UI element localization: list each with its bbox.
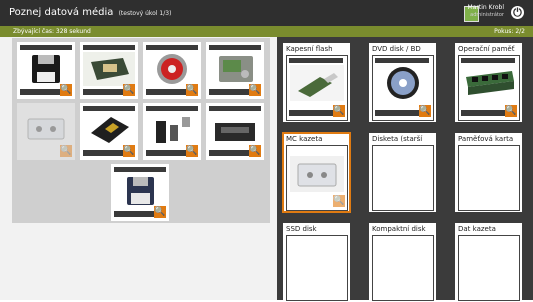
source-tiles-panel: 🔍 🔍 🔍 🔍 🔍 🔍 🔍 🔍 🔍 <box>12 38 270 223</box>
zoom-icon[interactable]: 🔍 <box>333 105 345 117</box>
empty-slot[interactable] <box>286 235 348 301</box>
drop-target-label: Paměťová karta <box>458 135 514 143</box>
user-name: Martin Krobl <box>467 4 504 11</box>
zoom-icon[interactable]: 🔍 <box>60 145 72 157</box>
source-tile-cd[interactable]: 🔍 <box>143 42 201 99</box>
cassette-tape-image <box>20 111 72 145</box>
drop-target-label: Disketa (starší <box>372 135 423 143</box>
zoom-icon[interactable]: 🔍 <box>123 145 135 157</box>
top-bar: Poznej datová média (testový úkol 1/3) M… <box>0 0 533 26</box>
user-info: Martin Krobl administrátor <box>468 4 504 19</box>
zoom-icon[interactable]: 🔍 <box>505 105 517 117</box>
drop-target-ssd[interactable]: SSD disk <box>283 223 350 302</box>
empty-slot[interactable] <box>372 235 434 301</box>
drop-target-label: Kapesní flash <box>286 45 333 53</box>
floppy-disk-blue-image <box>114 174 166 208</box>
source-tile-floppy-blue[interactable]: 🔍 <box>111 164 169 221</box>
status-bar: Zbývající čas: 328 sekund Pokus: 2/2 <box>0 26 533 37</box>
memory-card-image <box>83 52 135 86</box>
ram-module-image <box>462 65 516 101</box>
drop-target-memory-card[interactable]: Paměťová karta <box>455 133 522 212</box>
empty-slot[interactable] <box>458 145 520 211</box>
drop-target-ram[interactable]: Operační paměť 🔍 <box>455 43 522 122</box>
usb-flash-image <box>290 65 344 101</box>
drop-target-label: Dat kazeta <box>458 225 496 233</box>
dvd-disc-image <box>376 65 430 101</box>
zoom-icon[interactable]: 🔍 <box>60 84 72 96</box>
dat-tape-image <box>209 113 261 147</box>
power-icon[interactable]: ⏻ <box>511 6 524 19</box>
usb-drive-image <box>146 113 198 147</box>
drop-target-label: Operační paměť <box>458 45 515 53</box>
cd-disc-image <box>146 52 198 86</box>
zoom-icon[interactable]: 🔍 <box>186 145 198 157</box>
hard-drive-image <box>209 52 261 86</box>
drop-target-label: MC kazeta <box>286 135 323 143</box>
empty-slot[interactable] <box>372 145 434 211</box>
source-tile-cassette[interactable]: 🔍 <box>17 103 75 160</box>
drop-target-flash[interactable]: Kapesní flash 🔍 <box>283 43 350 122</box>
empty-slot[interactable] <box>458 235 520 301</box>
drop-target-dvd[interactable]: DVD disk / BD 🔍 <box>369 43 436 122</box>
zoom-icon[interactable]: 🔍 <box>154 206 166 218</box>
drop-target-mc-cassette[interactable]: MC kazeta 🔍 <box>282 132 351 213</box>
source-tile-floppy[interactable]: 🔍 <box>17 42 75 99</box>
source-tile-ssd[interactable]: 🔍 <box>80 103 138 160</box>
drop-target-label: Kompaktní disk <box>372 225 426 233</box>
zoom-icon[interactable]: 🔍 <box>333 195 345 207</box>
drop-target-dat[interactable]: Dat kazeta <box>455 223 522 302</box>
zoom-icon[interactable]: 🔍 <box>249 145 261 157</box>
zoom-icon[interactable]: 🔍 <box>186 84 198 96</box>
attempt-counter: Pokus: 2/2 <box>494 28 525 35</box>
source-tile-memory-card[interactable]: 🔍 <box>80 42 138 99</box>
zoom-icon[interactable]: 🔍 <box>419 105 431 117</box>
title-text: Poznej datová média <box>9 7 114 18</box>
source-tile-dat[interactable]: 🔍 <box>206 103 264 160</box>
zoom-icon[interactable]: 🔍 <box>249 84 261 96</box>
drop-target-compact-disc[interactable]: Kompaktní disk <box>369 223 436 302</box>
floppy-disk-image <box>20 52 72 86</box>
drop-target-floppy[interactable]: Disketa (starší <box>369 133 436 212</box>
page-title: Poznej datová média (testový úkol 1/3) <box>9 7 171 18</box>
time-remaining: Zbývající čas: 328 sekund <box>13 28 91 35</box>
source-tile-hdd[interactable]: 🔍 <box>206 42 264 99</box>
title-subtitle: (testový úkol 1/3) <box>118 10 172 17</box>
drop-target-label: SSD disk <box>286 225 317 233</box>
source-tile-usb[interactable]: 🔍 <box>143 103 201 160</box>
user-role: administrátor <box>470 12 504 18</box>
cassette-tape-image <box>290 156 344 192</box>
drop-target-label: DVD disk / BD <box>372 45 421 53</box>
ssd-image <box>83 113 135 147</box>
drop-targets-panel: Kapesní flash 🔍 DVD disk / BD 🔍 Operační… <box>277 37 533 302</box>
zoom-icon[interactable]: 🔍 <box>123 84 135 96</box>
